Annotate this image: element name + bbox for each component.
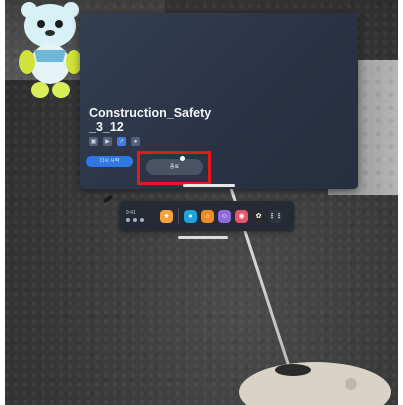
battery-icon [133, 218, 137, 222]
pointer-cursor [180, 156, 185, 161]
mascot-figure [19, 2, 82, 98]
universal-menu-bar: 9:41 ★ ● ⌂ ☺ ◉ ✿ ⋮⋮ [120, 201, 294, 231]
camera-app[interactable]: ◉ [235, 209, 248, 223]
session-title: Construction_Safety _3_12 [89, 106, 212, 134]
taskbar-grab-bar[interactable] [178, 236, 228, 239]
panel-grab-bar[interactable] [183, 184, 235, 187]
restart-button[interactable]: 다시 시작 [86, 156, 133, 167]
settings-icon[interactable] [140, 218, 144, 222]
quest-store-app[interactable]: ● [184, 209, 197, 223]
panel-icon-row: ▣ ▶ ↗ ● [89, 137, 140, 146]
highlight-box [137, 151, 211, 185]
people-app[interactable]: ☺ [218, 209, 231, 223]
app-session-panel: Construction_Safety _3_12 ▣ ▶ ↗ ● 다시 시작 … [80, 13, 358, 189]
status-area: 9:41 [126, 210, 156, 222]
divider [178, 208, 179, 224]
share-icon[interactable]: ↗ [117, 137, 126, 146]
wifi-icon [126, 218, 130, 222]
apps-grid[interactable]: ⋮⋮ [269, 209, 283, 223]
camera-icon[interactable]: ▣ [89, 137, 98, 146]
lock-icon[interactable]: ● [131, 137, 140, 146]
vr-controller [239, 362, 391, 405]
home-app[interactable]: ⌂ [201, 209, 214, 223]
media-app[interactable]: ✿ [252, 209, 265, 223]
video-icon[interactable]: ▶ [103, 137, 112, 146]
store-app[interactable]: ★ [160, 209, 173, 223]
clock-text: 9:41 [126, 210, 136, 216]
